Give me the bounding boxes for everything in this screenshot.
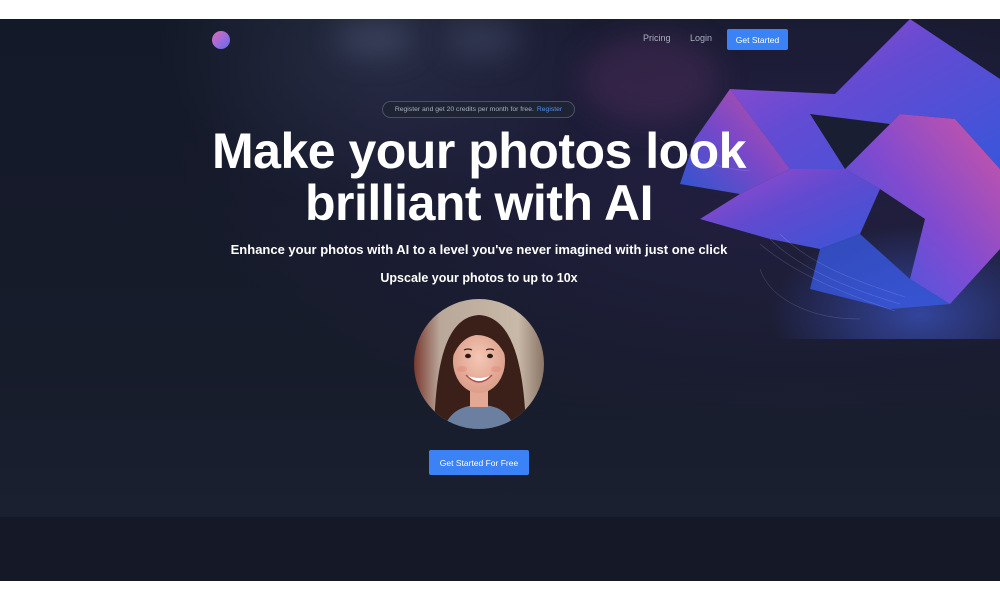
decorative-blur <box>445 19 520 59</box>
headline-line-2: brilliant with AI <box>305 175 653 231</box>
headline-line-1: Make your photos look <box>211 123 747 179</box>
announcement-text: Register and get 20 credits per month fo… <box>394 106 534 113</box>
sample-portrait-image <box>414 299 544 429</box>
get-started-free-button[interactable]: Get Started For Free <box>429 450 529 475</box>
hero-headline: Make your photos look brilliant with AI <box>0 125 958 229</box>
lower-section <box>0 517 1000 581</box>
decorative-blur <box>335 21 415 57</box>
upscale-text: Upscale your photos to up to 10x <box>380 271 578 285</box>
hero-subheadline: Enhance your photos with AI to a level y… <box>230 242 728 257</box>
brand-logo-icon[interactable] <box>212 31 230 49</box>
landing-page: Pricing Login Get Started Register and g… <box>0 19 1000 581</box>
register-link[interactable]: Register <box>537 106 562 113</box>
announcement-pill: Register and get 20 credits per month fo… <box>382 101 575 118</box>
